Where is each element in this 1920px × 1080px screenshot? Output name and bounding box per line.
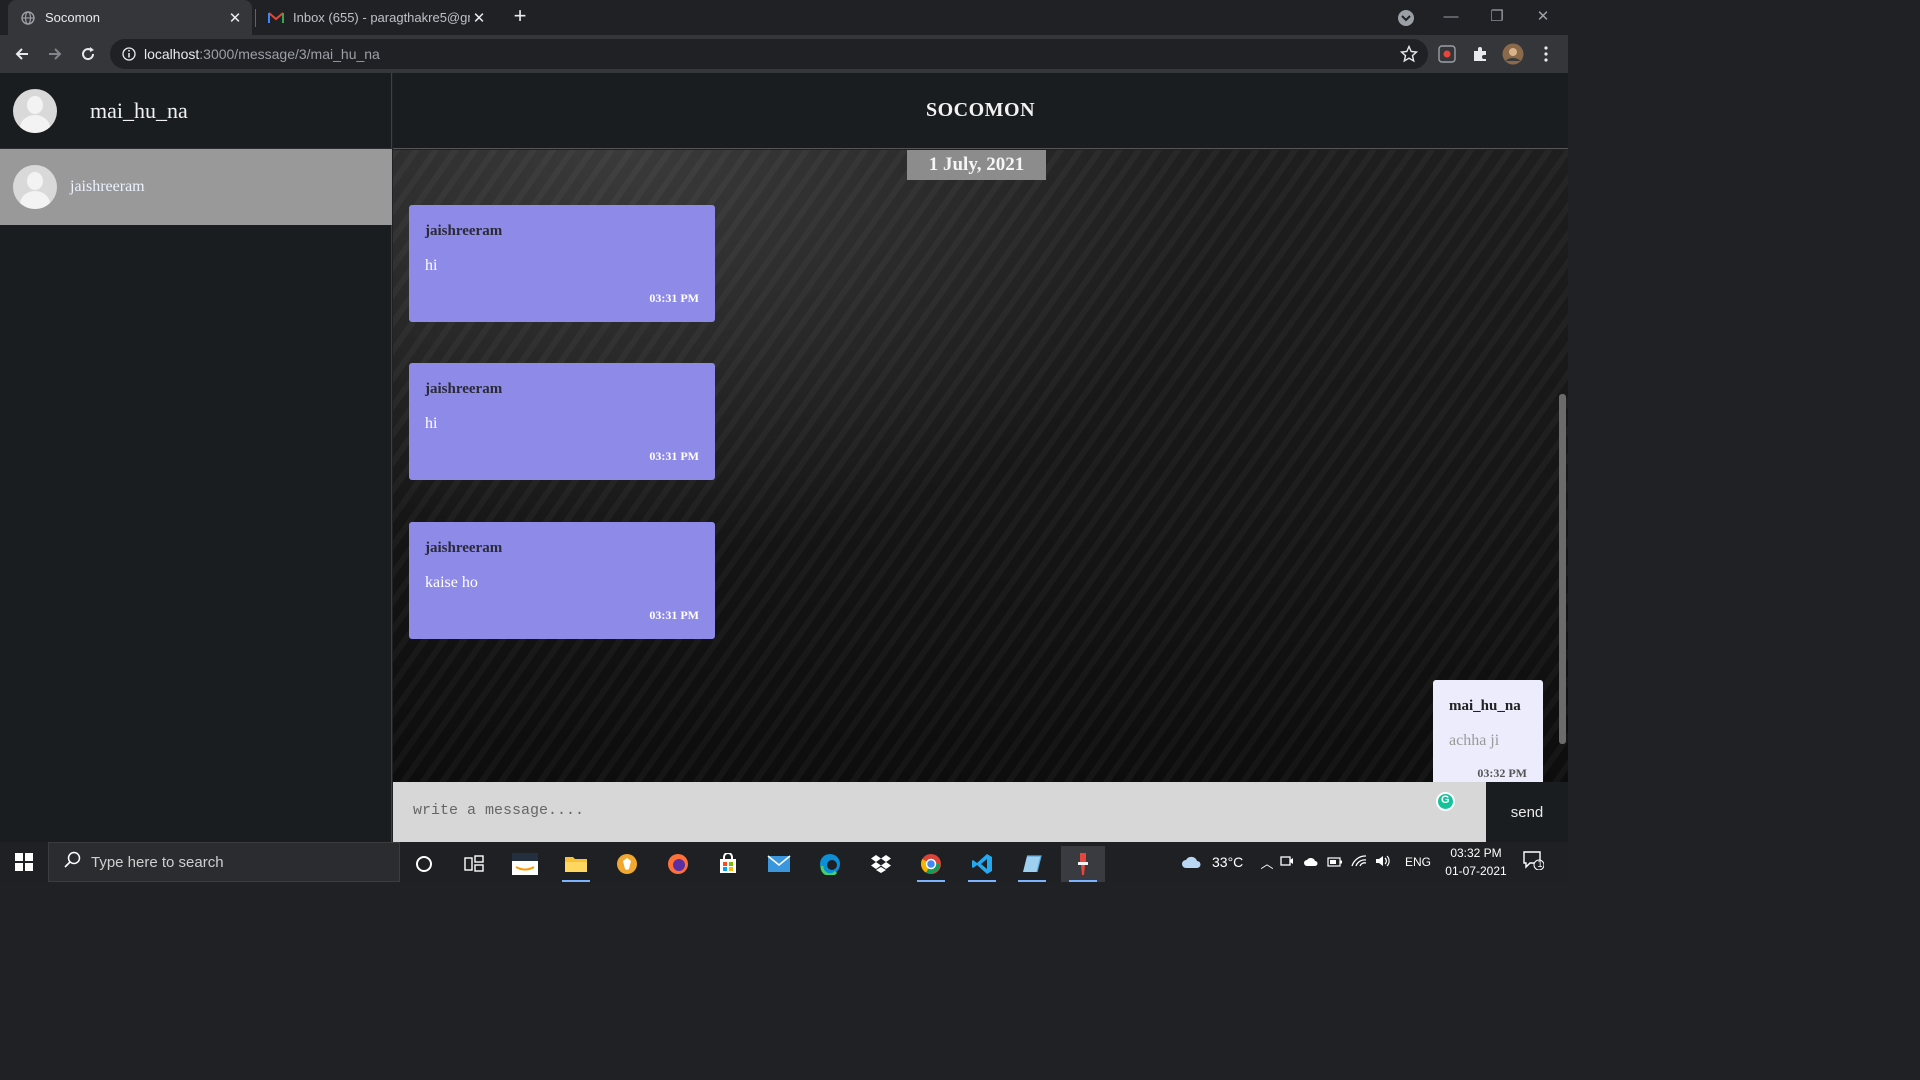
forward-icon[interactable] bbox=[43, 42, 67, 66]
message-text: hi bbox=[425, 415, 438, 432]
message-time: 03:31 PM bbox=[649, 449, 699, 463]
chrome-icon[interactable] bbox=[909, 846, 953, 882]
message-sender: mai_hu_na bbox=[1449, 698, 1521, 714]
task-view-icon[interactable] bbox=[452, 846, 496, 882]
chat-header: SOCOMON bbox=[393, 73, 1568, 149]
outgoing-message: mai_hu_na achha ji 03:32 PM bbox=[1433, 680, 1543, 782]
weather-temperature: 33°C bbox=[1212, 854, 1244, 870]
message-sender: jaishreeram bbox=[425, 223, 503, 239]
socomon-app: mai_hu_na jaishreeram SOCOMON 1 July, 20… bbox=[0, 73, 1568, 842]
globe-icon bbox=[20, 10, 36, 26]
windows-taskbar: Type here to search 33°C ︿ ENG 03:32 PM … bbox=[0, 842, 1568, 882]
message-sender: jaishreeram bbox=[425, 540, 503, 556]
avatar bbox=[13, 165, 57, 209]
gmail-icon bbox=[268, 10, 284, 26]
message-text: kaise ho bbox=[425, 574, 478, 591]
file-explorer-icon[interactable] bbox=[554, 846, 598, 882]
contact-item-jaishreeram[interactable]: jaishreeram bbox=[0, 149, 392, 225]
vscode-icon[interactable] bbox=[960, 846, 1004, 882]
volume-icon[interactable] bbox=[1371, 855, 1395, 870]
action-center-notification-icon[interactable]: 1 bbox=[1522, 850, 1548, 874]
date-divider: 1 July, 2021 bbox=[907, 150, 1046, 180]
incoming-message: jaishreeram hi 03:31 PM bbox=[409, 205, 715, 322]
microsoft-store-icon[interactable] bbox=[706, 846, 750, 882]
dropbox-icon[interactable] bbox=[859, 846, 903, 882]
browser-titlebar: Socomon ✕ Inbox (655) - paragthakre5@gma… bbox=[0, 0, 1568, 35]
address-bar[interactable]: localhost:3000/message/3/mai_hu_na bbox=[110, 39, 1428, 69]
message-composer: send bbox=[393, 782, 1568, 842]
message-time: 03:31 PM bbox=[649, 608, 699, 622]
new-tab-button[interactable]: + bbox=[508, 5, 532, 29]
battery-icon[interactable] bbox=[1323, 855, 1347, 870]
profile-avatar-icon[interactable] bbox=[1502, 43, 1524, 65]
edge-browser-icon[interactable] bbox=[808, 846, 852, 882]
sidebar: mai_hu_na jaishreeram bbox=[0, 73, 392, 842]
url-path: :3000/message/3/mai_hu_na bbox=[199, 46, 380, 62]
message-sender: jaishreeram bbox=[425, 381, 503, 397]
browser-menu-icon[interactable] bbox=[1535, 43, 1557, 65]
window-close-icon[interactable]: ✕ bbox=[1520, 0, 1566, 32]
windows-start-icon[interactable] bbox=[0, 842, 48, 882]
url-host: localhost bbox=[144, 46, 200, 62]
extensions-puzzle-icon[interactable] bbox=[1469, 43, 1491, 65]
clock-date: 01-07-2021 bbox=[1445, 864, 1507, 878]
taskbar-search-box[interactable]: Type here to search bbox=[48, 842, 400, 882]
taskbar-search-placeholder: Type here to search bbox=[91, 853, 224, 871]
amazon-app-icon[interactable] bbox=[503, 846, 547, 882]
tab-socomon[interactable]: Socomon ✕ bbox=[8, 0, 252, 35]
onedrive-cloud-icon[interactable] bbox=[1299, 855, 1323, 870]
sidebar-header: mai_hu_na bbox=[0, 73, 392, 149]
tab-close-icon[interactable]: ✕ bbox=[226, 9, 244, 27]
clock-time: 03:32 PM bbox=[1450, 846, 1502, 860]
wifi-icon[interactable] bbox=[1347, 854, 1371, 870]
notification-count-badge: 1 bbox=[1537, 859, 1543, 869]
bookmark-star-icon[interactable] bbox=[1399, 44, 1419, 68]
tab-gmail-inbox[interactable]: Inbox (655) - paragthakre5@gma ✕ bbox=[256, 0, 496, 35]
tab-search-icon[interactable] bbox=[1396, 8, 1416, 28]
tab-title: Inbox (655) - paragthakre5@gma bbox=[293, 10, 470, 25]
message-text: achha ji bbox=[1449, 732, 1500, 749]
message-list[interactable]: 1 July, 2021 jaishreeram hi 03:31 PM jai… bbox=[393, 150, 1568, 782]
search-icon bbox=[63, 851, 81, 874]
tab-title: Socomon bbox=[45, 10, 100, 25]
mail-icon[interactable] bbox=[757, 846, 801, 882]
minimize-icon[interactable]: — bbox=[1428, 0, 1474, 32]
meet-now-icon[interactable] bbox=[1275, 854, 1299, 871]
browser-toolbar: localhost:3000/message/3/mai_hu_na bbox=[0, 35, 1568, 73]
message-list-scrollbar[interactable] bbox=[1559, 394, 1566, 744]
cloud-weather-icon bbox=[1182, 856, 1201, 868]
message-time: 03:31 PM bbox=[649, 291, 699, 305]
message-time: 03:32 PM bbox=[1477, 766, 1527, 780]
notes-app-icon[interactable] bbox=[1010, 846, 1054, 882]
app-brand-title: SOCOMON bbox=[925, 99, 1036, 121]
url-text: localhost:3000/message/3/mai_hu_na bbox=[144, 46, 380, 62]
tab-close-icon[interactable]: ✕ bbox=[470, 9, 488, 27]
current-username: mai_hu_na bbox=[90, 97, 188, 123]
paint-app-icon[interactable] bbox=[1061, 846, 1105, 882]
cortana-icon[interactable] bbox=[402, 846, 446, 882]
input-language[interactable]: ENG bbox=[1405, 855, 1431, 869]
chat-panel: SOCOMON 1 July, 2021 jaishreeram hi 03:3… bbox=[393, 73, 1568, 842]
firefox-icon[interactable] bbox=[656, 846, 700, 882]
show-hidden-icons-chevron-icon[interactable]: ︿ bbox=[1259, 853, 1275, 872]
back-icon[interactable] bbox=[10, 42, 34, 66]
message-text: hi bbox=[425, 257, 438, 274]
incoming-message: jaishreeram kaise ho 03:31 PM bbox=[409, 522, 715, 639]
brave-browser-icon[interactable] bbox=[605, 846, 649, 882]
send-button[interactable]: send bbox=[1497, 782, 1557, 842]
incoming-message: jaishreeram hi 03:31 PM bbox=[409, 363, 715, 480]
contact-name: jaishreeram bbox=[70, 178, 145, 195]
avatar[interactable] bbox=[13, 88, 57, 133]
message-input[interactable] bbox=[393, 782, 1486, 842]
restore-icon[interactable]: ❐ bbox=[1474, 0, 1520, 32]
reload-icon[interactable] bbox=[76, 42, 100, 66]
tray-icons: ︿ ENG bbox=[1259, 842, 1431, 882]
grammarly-icon[interactable] bbox=[1436, 792, 1455, 811]
site-info-icon[interactable] bbox=[122, 47, 136, 61]
screen-record-extension-icon[interactable] bbox=[1436, 43, 1458, 65]
system-clock[interactable]: 03:32 PM 01-07-2021 bbox=[1436, 844, 1516, 880]
weather-widget[interactable]: 33°C bbox=[1180, 842, 1243, 882]
